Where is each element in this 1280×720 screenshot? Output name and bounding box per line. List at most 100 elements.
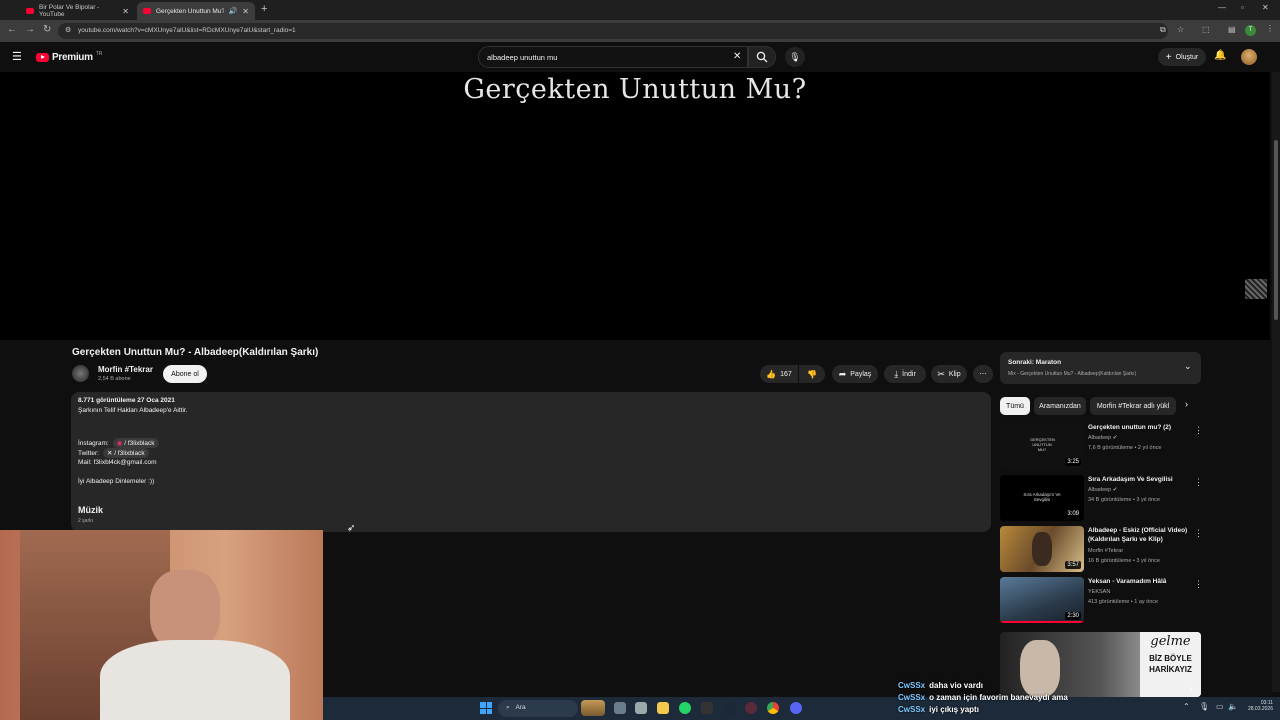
recommendation-title[interactable]: Gerçekten unuttun mu? (2) <box>1088 423 1188 432</box>
recommendation-title[interactable]: Yeksan - Varamadım Hâlâ <box>1088 577 1188 586</box>
task-view-icon[interactable] <box>614 702 626 714</box>
channel-name[interactable]: Morfin #Tekrar <box>98 365 153 374</box>
shelf-next-chevron-icon[interactable]: › <box>1190 684 1193 694</box>
chevron-right-icon[interactable]: › <box>1185 399 1188 409</box>
windows-start-icon[interactable] <box>480 702 492 714</box>
more-horizontal-icon: ⋯ <box>979 371 987 378</box>
subscribe-button[interactable]: Abone ol <box>163 365 207 383</box>
hamburger-menu-icon[interactable]: ☰ <box>12 50 22 63</box>
epic-games-icon[interactable] <box>701 702 713 714</box>
windows-taskbar: ⌕ Ara ⌃ 🎙 ▭ 🔈 03:11 28.03.2026 <box>323 697 1280 720</box>
whatsapp-icon[interactable] <box>679 702 691 714</box>
video-thumbnail[interactable]: 2:30 <box>1000 577 1084 623</box>
recommendation-channel[interactable]: Albadeep ✔ <box>1088 435 1117 441</box>
recommendation-item[interactable]: 2:30 Yeksan - Varamadım Hâlâ YEKSAN 413 … <box>1000 577 1203 623</box>
speaker-icon[interactable]: 🔊 <box>229 7 238 15</box>
close-window-icon[interactable]: ✕ <box>1262 3 1269 12</box>
tab-close-icon[interactable]: ✕ <box>122 7 129 16</box>
url-field[interactable]: ⚙ youtube.com/watch?v=cMXUnye7alU&list=R… <box>58 23 1168 39</box>
file-explorer-icon[interactable] <box>657 702 669 714</box>
twitter-link[interactable]: ✕ / f3lixblack <box>102 448 149 458</box>
dislike-button[interactable]: 👎 <box>799 365 825 383</box>
scrollbar-thumb[interactable] <box>1274 140 1278 320</box>
microphone-tray-icon[interactable]: 🎙 <box>1199 702 1209 711</box>
recommendation-item[interactable]: Sıra Arkadaşım Ve Sevgilisi 3:09 Sıra Ar… <box>1000 475 1203 521</box>
like-button[interactable]: 👍 167 <box>760 365 798 383</box>
cast-icon[interactable]: ⧉ <box>1160 25 1166 35</box>
shorts-shelf[interactable]: gelme BİZ BÖYLE HARİKAYIZ › <box>1000 632 1201 697</box>
recommendation-title[interactable]: Albadeep - Eskiz (Official Video) (Kaldı… <box>1088 526 1188 544</box>
account-avatar[interactable] <box>1241 49 1257 65</box>
recommendation-channel[interactable]: Morfin #Tekrar <box>1088 548 1123 554</box>
tab-active[interactable]: Gerçekten Unuttun Mu? - A 🔊 ✕ <box>137 2 255 20</box>
search-button[interactable] <box>748 46 776 68</box>
channel-watermark-icon[interactable] <box>1245 279 1267 299</box>
channel-avatar[interactable] <box>72 365 89 382</box>
more-vertical-icon[interactable]: ⋮ <box>1194 528 1203 539</box>
more-vertical-icon[interactable]: ⋮ <box>1194 425 1203 436</box>
new-tab-icon[interactable]: + <box>261 3 267 15</box>
forward-icon[interactable]: → <box>25 24 35 35</box>
discord-icon[interactable] <box>790 702 802 714</box>
back-icon[interactable]: ← <box>7 24 17 35</box>
chat-user: CwSSx <box>898 681 926 690</box>
instagram-label: İnstagram: <box>78 439 109 447</box>
steam-icon[interactable] <box>723 702 735 714</box>
recommendation-title[interactable]: Sıra Arkadaşım Ve Sevgilisi <box>1088 475 1188 484</box>
tray-chevron-icon[interactable]: ⌃ <box>1183 702 1190 711</box>
more-vertical-icon[interactable]: ⋮ <box>1194 579 1203 590</box>
app-icon[interactable] <box>745 702 757 714</box>
chat-message: CwSSx daha vio vardı <box>898 681 983 690</box>
download-button[interactable]: ⤓ İndir <box>884 365 926 383</box>
profile-avatar[interactable]: T <box>1245 25 1256 36</box>
voice-search-button[interactable]: 🎙 <box>785 47 805 67</box>
clock[interactable]: 03:11 28.03.2026 <box>1243 700 1273 712</box>
network-icon[interactable]: ▭ <box>1216 702 1224 711</box>
extensions-icon[interactable]: ⬚ <box>1202 25 1210 34</box>
chip-all[interactable]: Tümü <box>1000 397 1030 415</box>
chip-from-search[interactable]: Aramanızdan <box>1034 397 1086 415</box>
video-thumbnail[interactable]: 3:57 <box>1000 526 1084 572</box>
youtube-logo[interactable]: Premium TR <box>36 51 102 63</box>
subscribe-label: Abone ol <box>171 370 199 378</box>
recommendation-item[interactable]: GERÇEKTEN UNUTTUN MU? 3:25 Gerçekten unu… <box>1000 423 1203 469</box>
sidebar-icon[interactable]: ▤ <box>1228 25 1236 34</box>
chrome-icon[interactable] <box>767 702 779 714</box>
clip-button[interactable]: ✂ Klip <box>931 365 967 383</box>
notifications-bell-icon[interactable]: 🔔 <box>1214 50 1226 61</box>
taskbar-search[interactable]: ⌕ Ara <box>498 700 578 717</box>
more-vertical-icon[interactable]: ⋮ <box>1194 477 1203 488</box>
more-actions-button[interactable]: ⋯ <box>973 365 993 383</box>
recommendation-meta: 413 görüntüleme • 1 ay önce <box>1088 599 1159 605</box>
site-info-icon[interactable]: ⚙ <box>65 26 71 34</box>
recommendation-channel[interactable]: YEKSAN <box>1088 589 1110 595</box>
menu-dots-icon[interactable]: ⋮ <box>1266 24 1274 33</box>
chevron-down-icon[interactable]: ⌄ <box>1184 361 1192 372</box>
instagram-link[interactable]: ◉ / f3lixblack <box>112 438 159 448</box>
chat-text: daha vio vardı <box>929 681 983 690</box>
chip-channel-uploads[interactable]: Morfin #Tekrar adlı yükl <box>1090 397 1176 415</box>
recommendation-channel[interactable]: Albadeep ✔ <box>1088 487 1117 493</box>
tab-close-icon[interactable]: ✕ <box>242 7 249 16</box>
bookmark-star-icon[interactable]: ☆ <box>1177 25 1184 34</box>
reload-icon[interactable]: ↻ <box>43 24 51 35</box>
share-button[interactable]: ➦ Paylaş <box>832 365 878 383</box>
volume-icon[interactable]: 🔈 <box>1228 702 1238 711</box>
video-thumbnail[interactable]: GERÇEKTEN UNUTTUN MU? 3:25 <box>1000 423 1084 469</box>
video-player[interactable] <box>0 72 1270 340</box>
search-highlight-image[interactable] <box>581 700 605 716</box>
clear-search-icon[interactable]: ✕ <box>733 51 741 62</box>
video-thumbnail[interactable]: Sıra Arkadaşım Ve Sevgilisi 3:09 <box>1000 475 1084 521</box>
minimize-icon[interactable]: — <box>1218 3 1226 12</box>
create-button[interactable]: + Oluştur <box>1158 48 1206 66</box>
search-input[interactable]: albadeep unuttun mu ✕ <box>478 46 748 68</box>
twitter-line: Twitter: ✕ / f3lixblack <box>78 448 149 458</box>
maximize-icon[interactable]: ▫ <box>1241 3 1244 12</box>
download-label: İndir <box>902 370 916 378</box>
tab-inactive[interactable]: Bir Polar Ve Bipolar - YouTube ✕ <box>20 2 135 20</box>
widgets-icon[interactable] <box>635 702 647 714</box>
tab-title: Bir Polar Ve Bipolar - YouTube <box>39 4 100 18</box>
recommendation-item[interactable]: 3:57 Albadeep - Eskiz (Official Video) (… <box>1000 526 1203 572</box>
playlist-panel[interactable]: Sonraki: Maraton Mix - Gerçekten Unuttun… <box>1000 352 1201 384</box>
description-box[interactable] <box>71 392 991 532</box>
